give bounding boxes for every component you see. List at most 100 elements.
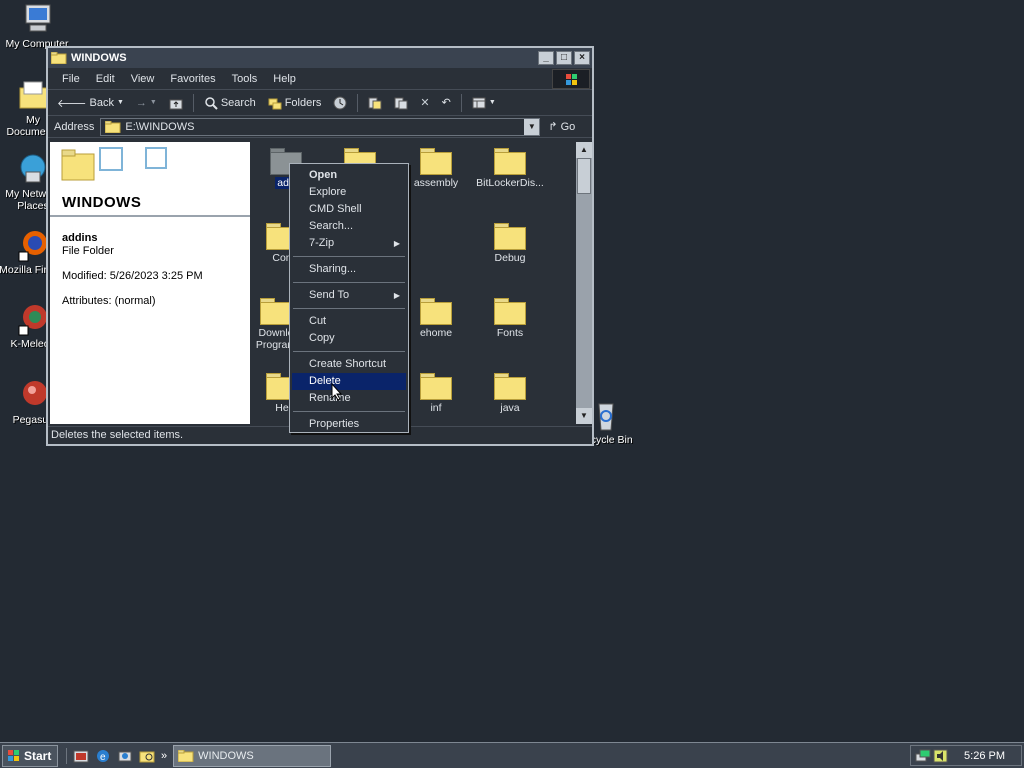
back-button[interactable]: 🡐 Back ▼ (52, 93, 129, 113)
vertical-scrollbar[interactable]: ▲ ▼ (576, 142, 592, 424)
scroll-thumb[interactable] (577, 158, 591, 194)
taskbar-button-windows[interactable]: WINDOWS (173, 744, 332, 767)
address-value: E:\WINDOWS (125, 120, 195, 133)
folder-icon (494, 298, 526, 325)
menu-item-cut[interactable]: Cut (292, 313, 406, 330)
menu-item-open[interactable]: Open (292, 167, 406, 184)
search-label: Search (220, 96, 256, 109)
folder-icon (178, 749, 194, 762)
windows-explorer-icon[interactable] (139, 748, 155, 764)
window-title: WINDOWS (71, 52, 127, 64)
scroll-down-button[interactable]: ▼ (576, 408, 592, 424)
submenu-arrow-icon: ▶ (393, 239, 400, 248)
folder-label: java (500, 402, 520, 414)
menu-item-send-to[interactable]: Send To ▶ (292, 287, 406, 304)
status-text: Deletes the selected items. (51, 429, 184, 441)
close-button[interactable]: × (574, 51, 590, 65)
mouse-cursor-icon (331, 383, 343, 401)
folder-icon (420, 373, 452, 400)
selected-item-name: addins (62, 232, 98, 244)
windows-logo-icon (8, 749, 19, 761)
menu-edit[interactable]: Edit (88, 73, 123, 85)
undo-button[interactable]: ↶ (437, 93, 456, 113)
network-tray-icon[interactable] (915, 748, 931, 764)
folder-icon (420, 298, 452, 325)
folder-item[interactable]: java (474, 373, 546, 414)
delete-button[interactable]: ✕ (415, 93, 434, 113)
folder-icon (260, 298, 292, 325)
menu-file[interactable]: File (54, 73, 88, 85)
folder-item[interactable]: Fonts (474, 298, 546, 339)
go-label: Go (560, 120, 576, 133)
menu-item-explore[interactable]: Explore (292, 184, 406, 201)
title-bar[interactable]: WINDOWS _ □ × (48, 48, 592, 68)
move-to-button[interactable] (363, 93, 387, 113)
folder-item[interactable]: assembly (400, 148, 472, 189)
internet-explorer-icon[interactable]: e (95, 748, 111, 764)
folder-icon (105, 120, 121, 133)
menu-item-cmd-shell[interactable]: CMD Shell (292, 201, 406, 218)
windows-logo-icon (552, 69, 590, 89)
quicklaunch-more-icon[interactable]: » (161, 750, 167, 762)
folder-item[interactable]: inf (400, 373, 472, 414)
address-label: Address (54, 120, 95, 133)
up-folder-button[interactable] (164, 93, 188, 113)
start-label: Start (24, 748, 52, 763)
menu-item-sharing[interactable]: Sharing... (292, 261, 406, 278)
menu-help[interactable]: Help (265, 73, 304, 85)
volume-tray-icon[interactable] (933, 748, 949, 764)
move-to-icon (368, 97, 382, 109)
folders-label: Folders (284, 96, 322, 109)
desktop-icon-my-computer[interactable]: My Computer (2, 2, 72, 50)
folders-button[interactable]: Folders (263, 93, 327, 113)
folders-icon (268, 98, 282, 109)
forward-arrow-icon: → (135, 96, 147, 109)
menu-separator (293, 256, 405, 257)
copy-to-button[interactable] (389, 93, 413, 113)
k-meleon-icon (16, 302, 50, 336)
show-desktop-icon[interactable] (73, 748, 89, 764)
outlook-express-icon[interactable] (117, 748, 133, 764)
folder-icon (51, 52, 67, 64)
documents-folder-icon (16, 78, 50, 112)
views-button[interactable]: ▼ (467, 93, 501, 113)
menu-item-create-shortcut[interactable]: Create Shortcut (292, 356, 406, 373)
menu-item-copy[interactable]: Copy (292, 330, 406, 347)
folder-item[interactable]: Debug (474, 223, 546, 264)
menu-item-rename[interactable]: Rename (292, 390, 406, 407)
menu-item-7-zip[interactable]: 7-Zip ▶ (292, 235, 406, 252)
chevron-down-icon: ▼ (488, 99, 496, 106)
menu-tools[interactable]: Tools (224, 73, 266, 85)
menu-item-search[interactable]: Search... (292, 218, 406, 235)
menu-favorites[interactable]: Favorites (162, 73, 223, 85)
search-icon (205, 96, 218, 110)
address-input[interactable]: E:\WINDOWS ▼ (100, 117, 541, 136)
forward-button[interactable]: → ▼ (131, 93, 162, 113)
folder-item[interactable]: ehome (400, 298, 472, 339)
chevron-down-icon: ▼ (149, 99, 157, 106)
svg-text:e: e (100, 752, 106, 763)
maximize-button[interactable]: □ (556, 51, 572, 65)
menu-view[interactable]: View (123, 73, 163, 85)
address-dropdown-button[interactable]: ▼ (524, 118, 540, 135)
go-arrow-icon: ↱ (548, 121, 558, 133)
folder-banner-icon (61, 147, 167, 181)
clock[interactable]: 5:26 PM (964, 750, 1005, 762)
history-button[interactable] (328, 93, 352, 113)
folder-item[interactable]: BitLockerDis... (474, 148, 546, 189)
search-button[interactable]: Search (199, 93, 261, 113)
go-button[interactable]: ↱ Go (548, 120, 576, 134)
start-button[interactable]: Start (2, 744, 58, 767)
scroll-up-button[interactable]: ▲ (576, 142, 592, 158)
minimize-button[interactable]: _ (538, 51, 554, 65)
folder-label: Fonts (496, 327, 524, 339)
menu-item-delete[interactable]: Delete (292, 373, 406, 390)
selected-item-modified: Modified: 5/26/2023 3:25 PM (62, 270, 203, 282)
menu-item-label: 7-Zip (309, 237, 335, 249)
views-icon (472, 97, 486, 108)
menu-item-properties[interactable]: Properties (292, 416, 406, 433)
undo-icon: ↶ (441, 97, 451, 109)
submenu-arrow-icon: ▶ (393, 291, 400, 300)
system-tray: 5:26 PM (910, 745, 1022, 766)
folder-label: Debug (494, 252, 526, 264)
